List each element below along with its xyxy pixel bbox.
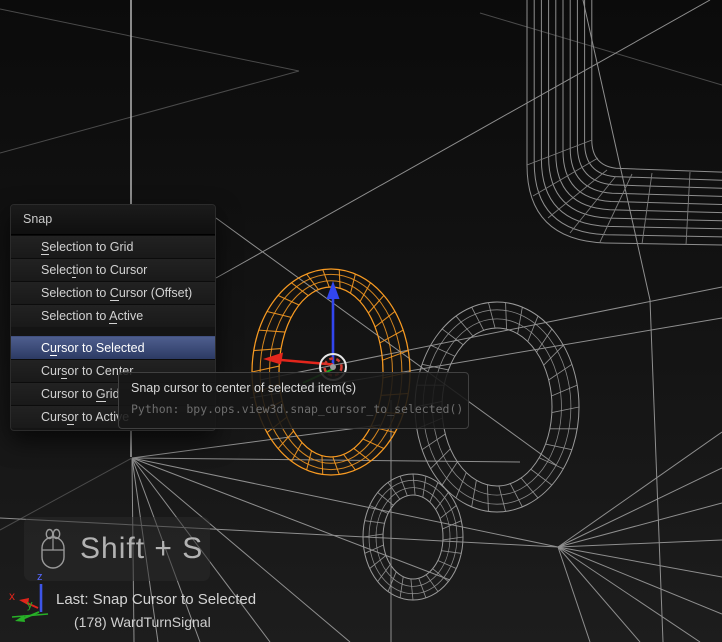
menu-item-selection-to-cursor[interactable]: Selection to Cursor: [11, 258, 215, 281]
transform-gizmo[interactable]: [263, 281, 340, 383]
menu-item-label: Curs: [41, 410, 67, 424]
menu-item-label: election to Grid: [49, 240, 133, 254]
tooltip-python-command: Python: bpy.ops.view3d.snap_cursor_to_se…: [131, 402, 456, 416]
menu-item-label: C: [41, 341, 50, 355]
menu-item-label: Selection to: [41, 309, 109, 323]
menu-separator: [11, 327, 215, 336]
z-axis-label: z: [37, 571, 43, 583]
tooltip-description: Snap cursor to center of selected item(s…: [131, 381, 456, 395]
menu-item-selection-to-grid[interactable]: Selection to Grid: [11, 235, 215, 258]
snap-menu-title: Snap: [11, 205, 215, 235]
menu-item-label: ion to Cursor: [76, 263, 148, 277]
tooltip: Snap cursor to center of selected item(s…: [118, 372, 469, 429]
menu-item-label: G: [96, 387, 106, 402]
menu-item-label: ctive: [117, 309, 143, 323]
menu-item-label: ursor (Offset): [119, 286, 192, 300]
torus-gray-small: [363, 474, 463, 600]
blender-3d-viewport: Snap Selection to GridSelection to Curso…: [0, 0, 722, 642]
menu-item-selection-to-cursor-offset[interactable]: Selection to Cursor (Offset): [11, 281, 215, 304]
pipe-mesh: [527, 0, 722, 245]
menu-item-label: Selec: [41, 263, 72, 277]
shortcut-keys: Shift + S: [80, 532, 203, 566]
menu-item-cursor-to-selected[interactable]: Cursor to Selected: [11, 336, 215, 359]
menu-item-label: Cursor to: [41, 387, 96, 401]
menu-item-selection-to-active[interactable]: Selection to Active: [11, 304, 215, 327]
menu-item-label: u: [50, 341, 57, 356]
menu-item-label: Cur: [41, 364, 61, 378]
active-object-info: (178) WardTurnSignal: [74, 614, 211, 630]
menu-item-label: Selection to: [41, 286, 110, 300]
last-action-text: Last: Snap Cursor to Selected: [56, 591, 256, 608]
x-axis-label: x: [9, 589, 15, 603]
menu-item-label: C: [110, 286, 119, 301]
menu-item-label: rsor to Selected: [57, 341, 145, 355]
y-axis-label: y: [27, 599, 33, 611]
